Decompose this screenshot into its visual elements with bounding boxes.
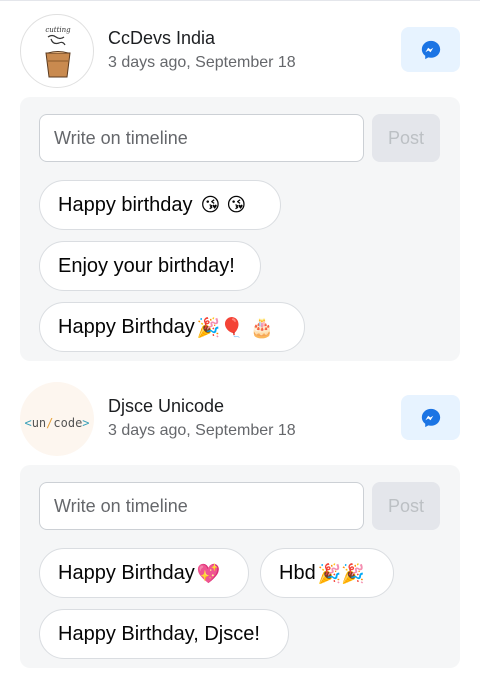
wish-text: Happy Birthday xyxy=(58,315,195,338)
messenger-button[interactable] xyxy=(401,27,460,72)
wish-emoji: 🎉🎈 🎂 xyxy=(196,316,274,339)
write-on-timeline-input[interactable] xyxy=(39,114,364,162)
avatar[interactable]: cutting xyxy=(20,14,94,88)
wish-chip[interactable]: Happy Birthday, Djsce! xyxy=(39,609,289,659)
post-header: <un/code> Djsce Unicode 3 days ago, Sept… xyxy=(0,374,480,472)
svg-text:<un/code>: <un/code> xyxy=(24,416,89,430)
wish-chip[interactable]: Hbd 🎉🎉 xyxy=(260,548,394,598)
wish-emoji: 😘 😘 xyxy=(200,194,247,216)
wish-emoji: 💖 xyxy=(196,562,221,585)
wish-text: Happy Birthday xyxy=(58,561,195,584)
avatar[interactable]: <un/code> xyxy=(20,382,94,456)
wish-text: Enjoy your birthday! xyxy=(58,254,235,277)
post-header: cutting CcDevs India 3 days ago, Septemb… xyxy=(0,0,480,98)
wishes-panel: Post Happy birthday 😘 😘 Enjoy your birth… xyxy=(20,97,460,361)
wishes-panel: Post Happy Birthday 💖 Hbd 🎉🎉 Happy Birth… xyxy=(20,465,460,668)
chai-logo-icon: cutting xyxy=(45,26,71,78)
timeline-post: <un/code> Djsce Unicode 3 days ago, Sept… xyxy=(0,374,480,668)
post-button[interactable]: Post xyxy=(372,482,440,530)
wish-chip[interactable]: Happy birthday 😘 😘 xyxy=(39,180,281,230)
post-timestamp: 3 days ago, September 18 xyxy=(108,54,296,71)
wish-chip[interactable]: Happy Birthday 🎉🎈 🎂 xyxy=(39,302,305,352)
post-button[interactable]: Post xyxy=(372,114,440,162)
wish-chip[interactable]: Happy Birthday 💖 xyxy=(39,548,249,598)
messenger-button[interactable] xyxy=(401,395,460,440)
post-timestamp: 3 days ago, September 18 xyxy=(108,422,296,439)
wish-emoji: 🎉🎉 xyxy=(317,562,366,585)
wish-text: Happy Birthday, Djsce! xyxy=(58,622,260,645)
wish-text: Hbd xyxy=(279,561,316,584)
wish-chip[interactable]: Enjoy your birthday! xyxy=(39,241,261,291)
page-name[interactable]: CcDevs India xyxy=(108,28,215,49)
timeline-post: cutting CcDevs India 3 days ago, Septemb… xyxy=(0,0,480,361)
page-name[interactable]: Djsce Unicode xyxy=(108,396,224,417)
svg-text:cutting: cutting xyxy=(45,26,71,34)
write-on-timeline-input[interactable] xyxy=(39,482,364,530)
messenger-icon xyxy=(421,40,440,59)
messenger-icon xyxy=(421,408,440,427)
wish-text: Happy birthday xyxy=(58,193,193,216)
unicode-logo-icon: <un/code> xyxy=(24,416,89,430)
